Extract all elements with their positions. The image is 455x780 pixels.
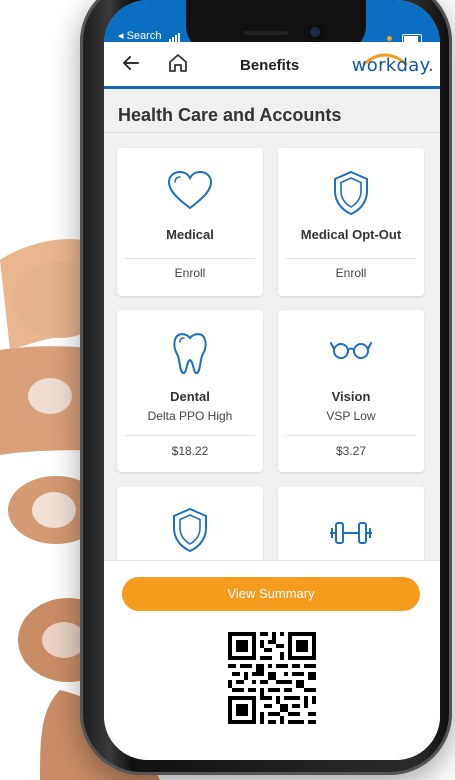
section-title: Health Care and Accounts xyxy=(118,105,342,125)
shield-icon xyxy=(173,507,207,553)
card-medical[interactable]: Medical Enroll xyxy=(117,148,263,296)
card-divider xyxy=(286,435,416,436)
phone-screen: ◂ Search Benefits workday. Health Care a… xyxy=(104,0,440,760)
card-vision[interactable]: Vision VSP Low $3.27 xyxy=(278,310,424,472)
tooth-icon xyxy=(173,333,207,374)
qr-code-icon xyxy=(228,632,316,724)
card-dental[interactable]: Dental Delta PPO High $18.22 xyxy=(117,310,263,472)
card-footer: $3.27 xyxy=(335,444,367,458)
card-title: Vision xyxy=(331,389,371,404)
back-arrow-icon[interactable] xyxy=(120,52,142,74)
card-footer: Enroll xyxy=(335,266,367,280)
view-summary-button[interactable]: View Summary xyxy=(122,577,420,611)
indicator-dot-icon xyxy=(386,36,392,42)
card-footer: $18.22 xyxy=(171,444,209,458)
divider xyxy=(104,132,440,133)
card-title: Medical xyxy=(166,227,214,242)
glasses-icon xyxy=(330,342,372,359)
card-subtitle: VSP Low xyxy=(326,409,376,423)
heart-icon xyxy=(167,170,213,210)
card-title: Dental xyxy=(170,389,210,404)
card-title: Medical Opt-Out xyxy=(300,227,402,242)
card-divider xyxy=(125,258,255,259)
card-medical-opt-out[interactable]: Medical Opt-Out Enroll xyxy=(278,148,424,296)
page-title: Benefits xyxy=(240,57,300,74)
speaker xyxy=(244,31,288,35)
card-subtitle: Delta PPO High xyxy=(147,409,233,423)
signal-icon xyxy=(168,30,181,42)
card-divider xyxy=(125,435,255,436)
bottom-sheet: View Summary xyxy=(104,560,440,760)
nav-bar: Benefits workday. xyxy=(104,42,440,89)
camera-icon xyxy=(310,27,320,37)
home-icon[interactable] xyxy=(166,51,190,75)
back-to-search[interactable]: ◂ Search xyxy=(118,30,161,42)
card-footer: Enroll xyxy=(174,266,206,280)
shield-icon xyxy=(334,170,368,216)
dumbbell-icon xyxy=(330,522,372,544)
card-divider xyxy=(286,258,416,259)
workday-logo: workday. xyxy=(351,55,434,76)
status-left: ◂ Search xyxy=(118,29,181,42)
